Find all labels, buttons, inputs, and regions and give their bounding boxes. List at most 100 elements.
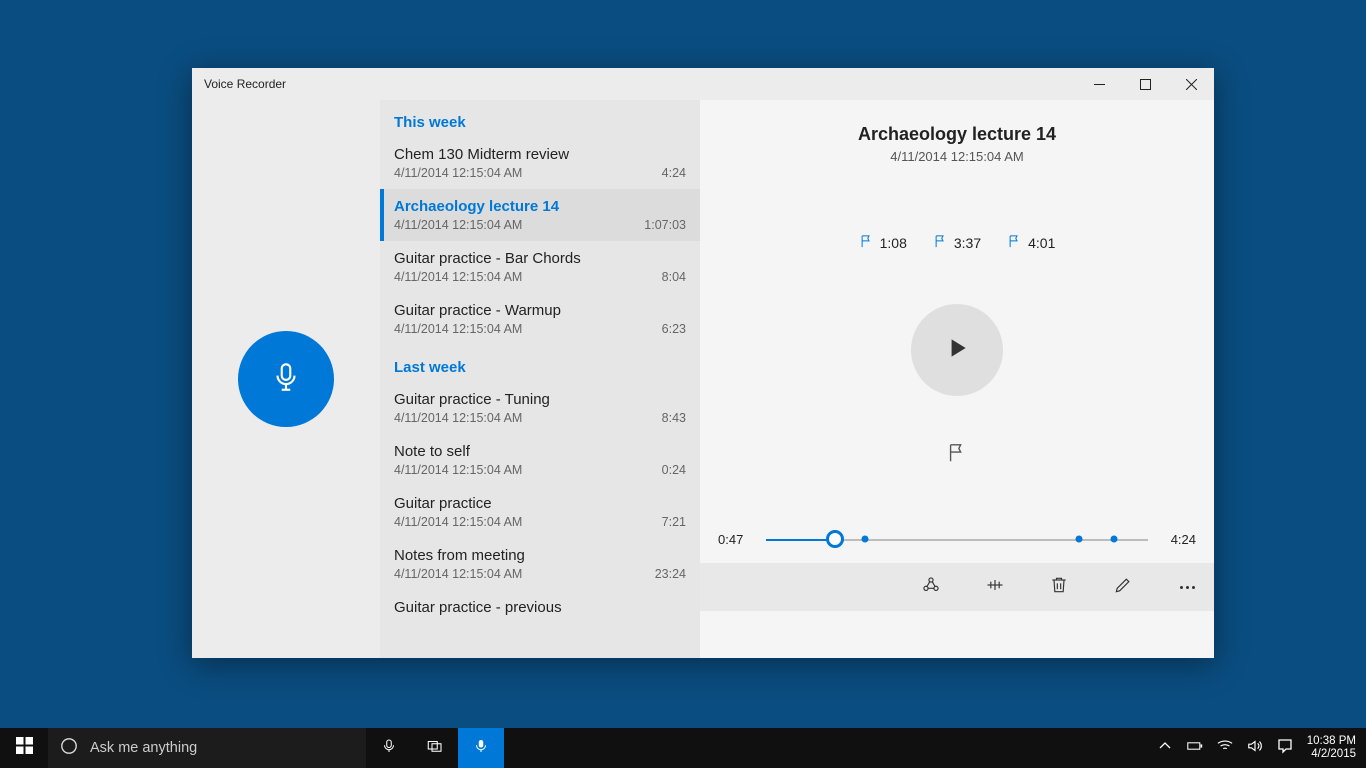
marker-chip[interactable]: 3:37 bbox=[933, 234, 981, 252]
search-placeholder: Ask me anything bbox=[90, 740, 197, 756]
recording-item-date: 4/11/2014 12:15:04 AM bbox=[394, 166, 522, 180]
recording-item[interactable]: Notes from meeting4/11/2014 12:15:04 AM2… bbox=[380, 538, 700, 590]
recording-item-duration: 1:07:03 bbox=[644, 218, 686, 232]
record-pane bbox=[192, 100, 380, 658]
tray-chevron-icon[interactable] bbox=[1157, 738, 1173, 759]
share-button[interactable] bbox=[914, 570, 948, 604]
marker-time: 4:01 bbox=[1028, 235, 1055, 251]
recording-item-title: Guitar practice - Tuning bbox=[394, 391, 686, 408]
recording-item-duration: 4:24 bbox=[662, 166, 686, 180]
delete-button[interactable] bbox=[1042, 570, 1076, 604]
taskbar-app-voice-recorder[interactable] bbox=[458, 728, 504, 768]
task-view-icon bbox=[426, 737, 444, 760]
more-button[interactable] bbox=[1170, 570, 1204, 604]
recording-item[interactable]: Guitar practice - Bar Chords 4/11/2014 12… bbox=[380, 241, 700, 293]
flag-icon bbox=[859, 234, 874, 252]
system-tray bbox=[1157, 738, 1297, 759]
trash-icon bbox=[1049, 575, 1069, 600]
marker-chip[interactable]: 1:08 bbox=[859, 234, 907, 252]
trim-icon bbox=[985, 575, 1005, 600]
recording-item[interactable]: Guitar practice - previous bbox=[380, 590, 700, 628]
timeline-marker-dot[interactable] bbox=[862, 536, 869, 543]
minimize-button[interactable] bbox=[1076, 68, 1122, 100]
volume-icon[interactable] bbox=[1247, 738, 1263, 759]
list-group-header: This week bbox=[380, 100, 700, 137]
record-button[interactable] bbox=[238, 331, 334, 427]
battery-icon[interactable] bbox=[1187, 738, 1203, 759]
recording-item-title: Guitar practice bbox=[394, 495, 686, 512]
taskbar-mic-button[interactable] bbox=[366, 728, 412, 768]
recording-item-title: Guitar practice - Warmup bbox=[394, 302, 686, 319]
recording-item[interactable]: Chem 130 Midterm review 4/11/2014 12:15:0… bbox=[380, 137, 700, 189]
flag-icon bbox=[1007, 234, 1022, 252]
start-button[interactable] bbox=[0, 728, 48, 768]
timeline-marker-dot[interactable] bbox=[1076, 536, 1083, 543]
recording-item-duration: 7:21 bbox=[662, 515, 686, 529]
voice-recorder-icon bbox=[472, 737, 490, 760]
trim-button[interactable] bbox=[978, 570, 1012, 604]
wifi-icon[interactable] bbox=[1217, 738, 1233, 759]
recording-item-title: Chem 130 Midterm review bbox=[394, 146, 686, 163]
clock-time: 10:38 PM bbox=[1307, 735, 1356, 748]
marker-time: 1:08 bbox=[880, 235, 907, 251]
recording-item-duration: 8:43 bbox=[662, 411, 686, 425]
close-button[interactable] bbox=[1168, 68, 1214, 100]
app-window: Voice Recorder This weekChem 130 Midterm… bbox=[192, 68, 1214, 658]
taskbar-clock[interactable]: 10:38 PM 4/2/2015 bbox=[1297, 735, 1366, 761]
taskbar: Ask me anything 10:38 PM 4/2/2015 bbox=[0, 728, 1366, 768]
clock-date: 4/2/2015 bbox=[1307, 748, 1356, 761]
marker-time: 3:37 bbox=[954, 235, 981, 251]
flag-icon bbox=[933, 234, 948, 252]
share-icon bbox=[921, 575, 941, 600]
recordings-list[interactable]: This week Chem 130 Midterm review 4/11/201… bbox=[380, 100, 700, 658]
recording-item-date: 4/11/2014 12:15:04 AM bbox=[394, 322, 522, 336]
recording-item-title: Guitar practice - Bar Chords bbox=[394, 250, 686, 267]
task-view-button[interactable] bbox=[412, 728, 458, 768]
microphone-icon bbox=[380, 737, 398, 760]
recording-item-title: Archaeology lecture 14 bbox=[394, 198, 686, 215]
microphone-icon bbox=[269, 360, 303, 399]
recording-item-date: 4/11/2014 12:15:04 AM bbox=[394, 218, 522, 232]
titlebar: Voice Recorder bbox=[192, 68, 1214, 100]
markers-row: 1:08 3:37 4:01 bbox=[700, 234, 1214, 252]
timeline[interactable]: 0:47 4:24 bbox=[700, 529, 1214, 549]
recording-item[interactable]: Guitar practice - Warmup 4/11/2014 12:15:… bbox=[380, 293, 700, 345]
seek-track[interactable] bbox=[766, 529, 1148, 549]
search-box[interactable]: Ask me anything bbox=[48, 728, 366, 768]
maximize-button[interactable] bbox=[1122, 68, 1168, 100]
windows-icon bbox=[16, 737, 33, 759]
seek-thumb[interactable] bbox=[826, 530, 844, 548]
list-group-header: Last week bbox=[380, 345, 700, 382]
recording-item-duration: 8:04 bbox=[662, 270, 686, 284]
recording-item-title: Guitar practice - previous bbox=[394, 599, 686, 616]
play-button[interactable] bbox=[911, 304, 1003, 396]
recording-item-date: 4/11/2014 12:15:04 AM bbox=[394, 270, 522, 284]
recording-item-date: 4/11/2014 12:15:04 AM bbox=[394, 515, 522, 529]
recording-item[interactable]: Note to self4/11/2014 12:15:04 AM0:24 bbox=[380, 434, 700, 486]
flag-icon bbox=[946, 451, 968, 468]
add-marker-button[interactable] bbox=[946, 442, 968, 469]
marker-chip[interactable]: 4:01 bbox=[1007, 234, 1055, 252]
recording-item-title: Note to self bbox=[394, 443, 686, 460]
recording-title: Archaeology lecture 14 bbox=[700, 124, 1214, 145]
recording-item[interactable]: Guitar practice 4/11/2014 12:15:04 AM 7:21 bbox=[380, 486, 700, 538]
recording-item-duration: 6:23 bbox=[662, 322, 686, 336]
recording-date: 4/11/2014 12:15:04 AM bbox=[700, 149, 1214, 164]
more-icon bbox=[1180, 586, 1195, 589]
cortana-icon bbox=[60, 737, 78, 760]
total-time: 4:24 bbox=[1160, 532, 1196, 547]
recording-item[interactable]: Archaeology lecture 14 4/11/2014 12:15:04… bbox=[380, 189, 700, 241]
action-center-icon[interactable] bbox=[1277, 738, 1293, 759]
recording-item[interactable]: Guitar practice - Tuning 4/11/2014 12:15:… bbox=[380, 382, 700, 434]
recording-item-duration: 0:24 bbox=[662, 463, 686, 477]
timeline-marker-dot[interactable] bbox=[1110, 536, 1117, 543]
detail-pane: Archaeology lecture 14 4/11/2014 12:15:0… bbox=[700, 100, 1214, 658]
play-icon bbox=[944, 335, 970, 366]
current-time: 0:47 bbox=[718, 532, 754, 547]
pencil-icon bbox=[1113, 575, 1133, 600]
action-bar bbox=[700, 563, 1214, 611]
recording-item-date: 4/11/2014 12:15:04 AM bbox=[394, 411, 522, 425]
recording-item-date: 4/11/2014 12:15:04 AM bbox=[394, 567, 522, 581]
rename-button[interactable] bbox=[1106, 570, 1140, 604]
recording-item-title: Notes from meeting bbox=[394, 547, 686, 564]
